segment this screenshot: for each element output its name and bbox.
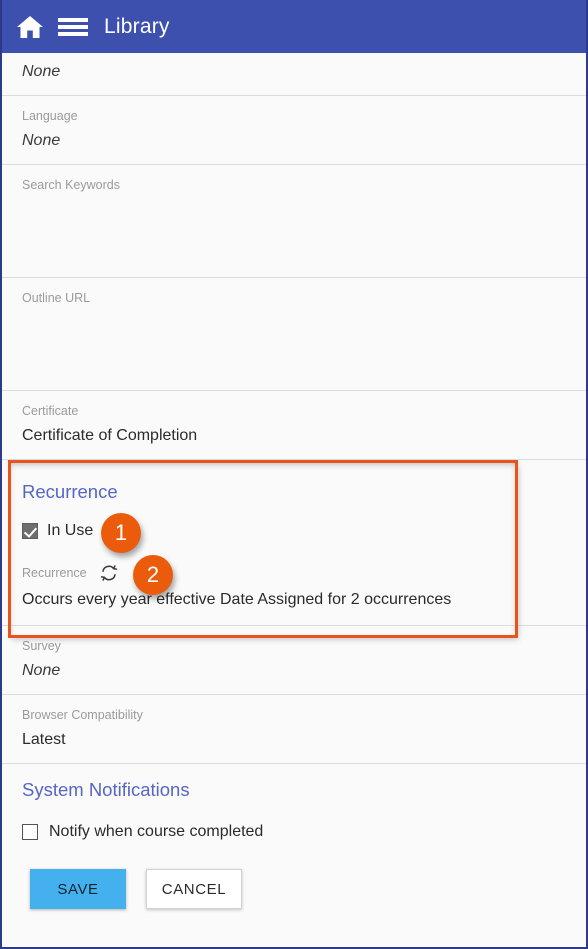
field-value: Latest	[22, 731, 66, 748]
refresh-recurrence-icon[interactable]	[99, 563, 119, 583]
field-label: Language	[22, 109, 78, 123]
system-notifications-section: System Notifications	[2, 764, 586, 802]
field-label: Outline URL	[22, 291, 91, 305]
field-value: None	[22, 63, 61, 80]
recurrence-section: Recurrence In Use Recurrence Occurs ever…	[2, 460, 586, 626]
in-use-label: In Use	[47, 522, 94, 539]
field-value	[22, 193, 566, 277]
page-title: Library	[104, 14, 170, 38]
notify-when-course-completed-checkbox[interactable]	[22, 824, 38, 840]
form-field-search-keywords[interactable]: Search Keywords	[2, 165, 586, 278]
recurrence-description: Occurs every year effective Date Assigne…	[22, 591, 452, 608]
annotation-badge-2: 2	[133, 555, 173, 595]
form-field-survey[interactable]: Survey None	[2, 626, 586, 695]
in-use-checkbox[interactable]	[22, 523, 38, 539]
field-label: Search Keywords	[22, 178, 120, 192]
form-field-certificate[interactable]: Certificate Certificate of Completion	[2, 391, 586, 460]
recurrence-subfield: Recurrence	[22, 563, 566, 583]
app-header: Library	[2, 0, 586, 53]
field-value	[22, 306, 566, 390]
field-value: None	[22, 132, 61, 149]
notify-checkbox-row[interactable]: Notify when course completed	[2, 823, 586, 841]
field-label: Survey	[22, 639, 61, 653]
recurrence-heading: Recurrence	[22, 481, 118, 502]
form-field-outline-url[interactable]: Outline URL	[2, 278, 586, 391]
home-icon[interactable]	[16, 14, 44, 40]
field-value: None	[22, 662, 61, 679]
notify-label: Notify when course completed	[49, 823, 264, 840]
field-value: Certificate of Completion	[22, 427, 198, 444]
field-label: Certificate	[22, 404, 79, 418]
form-field-language[interactable]: Language None	[2, 96, 586, 165]
field-label: Browser Compatibility	[22, 708, 143, 722]
cancel-button[interactable]: CANCEL	[146, 869, 242, 909]
annotation-badge-1: 1	[101, 513, 141, 553]
form-field-truncated[interactable]: None	[2, 53, 586, 96]
save-button[interactable]: SAVE	[30, 869, 126, 909]
system-notifications-heading: System Notifications	[22, 779, 190, 800]
app-page: Library None Language None Search Keywor…	[0, 0, 588, 949]
action-button-row: SAVE CANCEL	[2, 869, 586, 909]
form-field-browser-compatibility[interactable]: Browser Compatibility Latest	[2, 695, 586, 764]
hamburger-menu-icon[interactable]	[58, 16, 88, 38]
course-detail-form: None Language None Search Keywords Outli…	[2, 53, 586, 909]
recurrence-field-label: Recurrence	[22, 566, 87, 580]
